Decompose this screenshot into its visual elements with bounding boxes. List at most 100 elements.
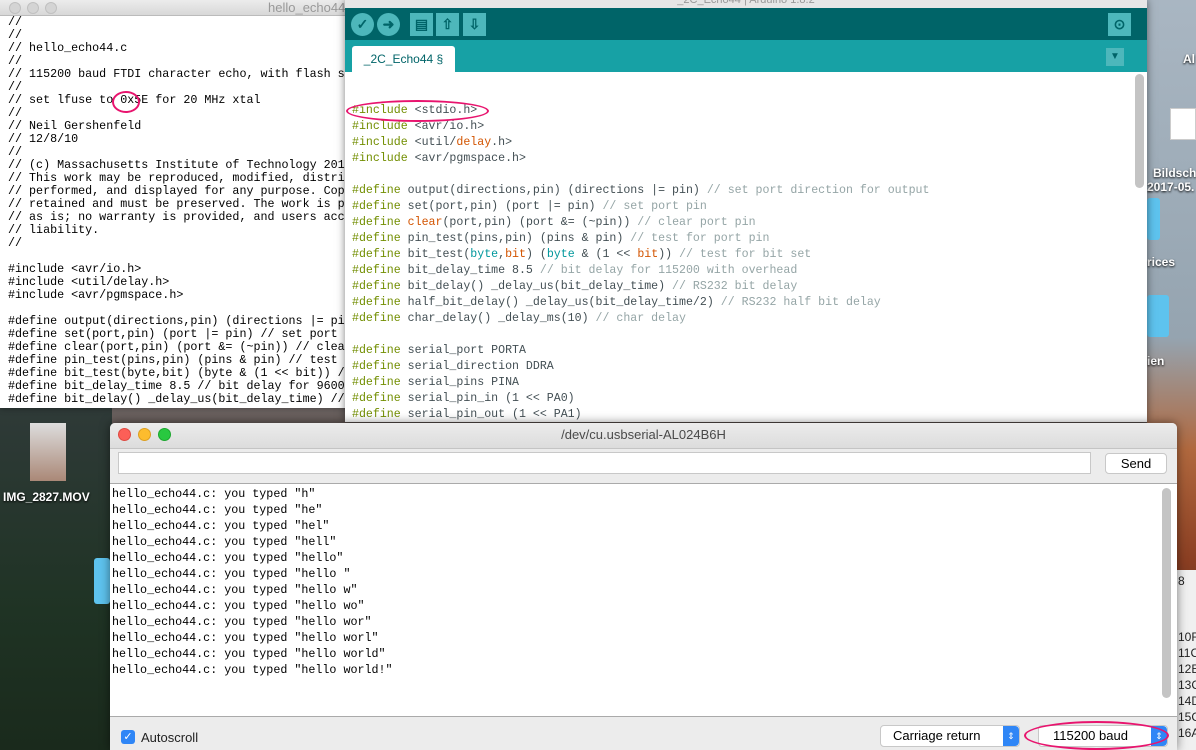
- code-token: serial_pin_out (1 << PA1): [400, 408, 582, 421]
- minimize-button[interactable]: [138, 428, 151, 441]
- screenshot-file-icon[interactable]: [1170, 108, 1196, 140]
- zoom-button[interactable]: [45, 2, 57, 14]
- tab-sketch[interactable]: _2C_Echo44 §: [352, 46, 455, 72]
- window-title: /dev/cu.usbserial-AL024B6H: [561, 427, 726, 442]
- textedit-window: hello_echo44 ////// hello_echo44.c//// 1…: [0, 0, 360, 408]
- code-token: pin_test(pins,pin) (pins & pin): [400, 232, 631, 245]
- editor-scrollbar[interactable]: [1135, 74, 1144, 188]
- code-token: #include: [352, 136, 408, 149]
- code-token: #define: [352, 216, 401, 229]
- code-token: #define: [352, 376, 401, 389]
- open-icon[interactable]: ⇧: [436, 13, 459, 36]
- verify-icon[interactable]: ✓: [351, 13, 374, 36]
- code-token: #define: [352, 344, 401, 357]
- code-token: #define: [352, 232, 401, 245]
- code-token: (port,pin) (port &= (~pin)): [442, 216, 638, 229]
- code-token: #include: [352, 120, 408, 133]
- code-token: bit: [505, 248, 526, 261]
- output-line: hello_echo44.c: you typed "he": [112, 503, 323, 517]
- partial-window-text: 8: [1178, 574, 1185, 588]
- folder-icon[interactable]: [94, 558, 110, 604]
- code-token: #define: [352, 392, 401, 405]
- code-token: byte: [546, 248, 575, 261]
- code-token: serial_pin_in (1 << PA0): [400, 392, 575, 405]
- code-token: ) (: [525, 248, 547, 261]
- text-line: // set lfuse to 0x5E for 20 MHz xtal: [8, 93, 261, 107]
- title-bar: /dev/cu.usbserial-AL024B6H: [110, 423, 1177, 449]
- document-text[interactable]: ////// hello_echo44.c//// 115200 baud FT…: [8, 16, 352, 406]
- zoom-button[interactable]: [158, 428, 171, 441]
- code-line: #define char_delay() _delay_ms(10) // ch…: [352, 311, 929, 327]
- send-button[interactable]: Send: [1105, 453, 1167, 474]
- code-token: // set port pin: [602, 200, 707, 213]
- text-line: // 115200 baud FTDI character echo, with…: [8, 67, 345, 81]
- code-line: #define output(directions,pin) (directio…: [352, 183, 929, 199]
- partial-window-text: 12E: [1178, 662, 1196, 676]
- close-button[interactable]: [9, 2, 21, 14]
- serial-input[interactable]: [118, 452, 1091, 474]
- serial-monitor-icon[interactable]: ⊙: [1108, 13, 1131, 36]
- video-file-thumbnail[interactable]: [30, 423, 66, 481]
- tab-menu-icon[interactable]: ▼: [1106, 48, 1124, 66]
- output-line: hello_echo44.c: you typed "hello wor": [112, 615, 372, 629]
- code-token: clear: [407, 216, 443, 229]
- arduino-ide-window: _2C_Echo44 | Arduino 1.8.2 ✓ ➜ ▤ ⇧ ⇩ ⊙ _2C_Ec…: [345, 0, 1147, 422]
- code-token: // test for bit set: [679, 248, 812, 261]
- partial-window-text: 15C: [1178, 710, 1196, 724]
- text-line: //: [8, 15, 23, 29]
- code-line: #define pin_test(pins,pin) (pins & pin) …: [352, 231, 929, 247]
- partial-window-text: 14D: [1178, 694, 1196, 708]
- code-token: #include: [352, 152, 408, 165]
- code-token: #define: [352, 200, 401, 213]
- code-token: serial_pins PINA: [400, 376, 519, 389]
- code-token: #define: [352, 360, 401, 373]
- chevron-updown-icon: ⇕: [1003, 726, 1019, 746]
- autoscroll-checkbox[interactable]: ✓: [121, 730, 135, 744]
- minimize-button[interactable]: [27, 2, 39, 14]
- highlight-ring: [1024, 721, 1169, 750]
- output-line: hello_echo44.c: you typed "hello": [112, 551, 344, 565]
- code-line: #include <util/delay.h>: [352, 135, 929, 151]
- desktop-icon-label[interactable]: Al: [1183, 52, 1195, 66]
- desktop-icon-label[interactable]: rices: [1147, 255, 1175, 269]
- text-line: #define bit_delay() _delay_us(bit_delay_…: [8, 392, 345, 406]
- desktop-icon-label[interactable]: Bildsch: [1153, 166, 1196, 180]
- save-icon[interactable]: ⇩: [463, 13, 486, 36]
- close-button[interactable]: [118, 428, 131, 441]
- code-editor[interactable]: #include <stdio.h> #include <avr/io.h> #in…: [352, 103, 929, 422]
- output-line: hello_echo44.c: you typed "hello ": [112, 567, 351, 581]
- output-line: hello_echo44.c: you typed "hello world": [112, 647, 386, 661]
- code-token: <avr/pgmspace.h>: [407, 152, 526, 165]
- code-line: #define clear(port,pin) (port &= (~pin))…: [352, 215, 929, 231]
- new-icon[interactable]: ▤: [410, 13, 433, 36]
- text-line: // hello_echo44.c: [8, 41, 128, 55]
- code-token: byte: [470, 248, 499, 261]
- folder-icon[interactable]: [1147, 295, 1169, 337]
- upload-icon[interactable]: ➜: [377, 13, 400, 36]
- line-ending-select[interactable]: Carriage return ⇕: [880, 725, 1020, 747]
- code-token: // test for port pin: [630, 232, 770, 245]
- toolbar: ✓ ➜ ▤ ⇧ ⇩ ⊙: [345, 8, 1147, 40]
- output-line: hello_echo44.c: you typed "hello w": [112, 583, 358, 597]
- code-token: #define: [352, 408, 401, 421]
- code-line: #define serial_pin_out (1 << PA1): [352, 407, 929, 422]
- code-token: delay: [456, 136, 492, 149]
- desktop-icon-label[interactable]: ien: [1147, 354, 1164, 368]
- text-line: #include <avr/pgmspace.h>: [8, 288, 184, 302]
- code-token: bit_delay() _delay_us(bit_delay_time): [400, 280, 673, 293]
- code-token: half_bit_delay() _delay_us(bit_delay_tim…: [400, 296, 721, 309]
- output-scrollbar[interactable]: [1162, 488, 1171, 698]
- code-line: #define serial_pin_in (1 << PA0): [352, 391, 929, 407]
- tab-bar: _2C_Echo44 § ▼: [345, 40, 1147, 72]
- code-token: set(port,pin) (port |= pin): [400, 200, 603, 213]
- desktop-icon-label[interactable]: IMG_2827.MOV: [3, 490, 90, 504]
- code-token: // clear port pin: [637, 216, 756, 229]
- code-line: #define bit_delay() _delay_us(bit_delay_…: [352, 279, 929, 295]
- code-token: // RS232 bit delay: [672, 280, 798, 293]
- desktop-icon-label[interactable]: 2017-05.: [1147, 180, 1194, 194]
- window-title: hello_echo44: [268, 0, 346, 15]
- code-token: #define: [352, 264, 401, 277]
- folder-icon[interactable]: [1147, 198, 1160, 240]
